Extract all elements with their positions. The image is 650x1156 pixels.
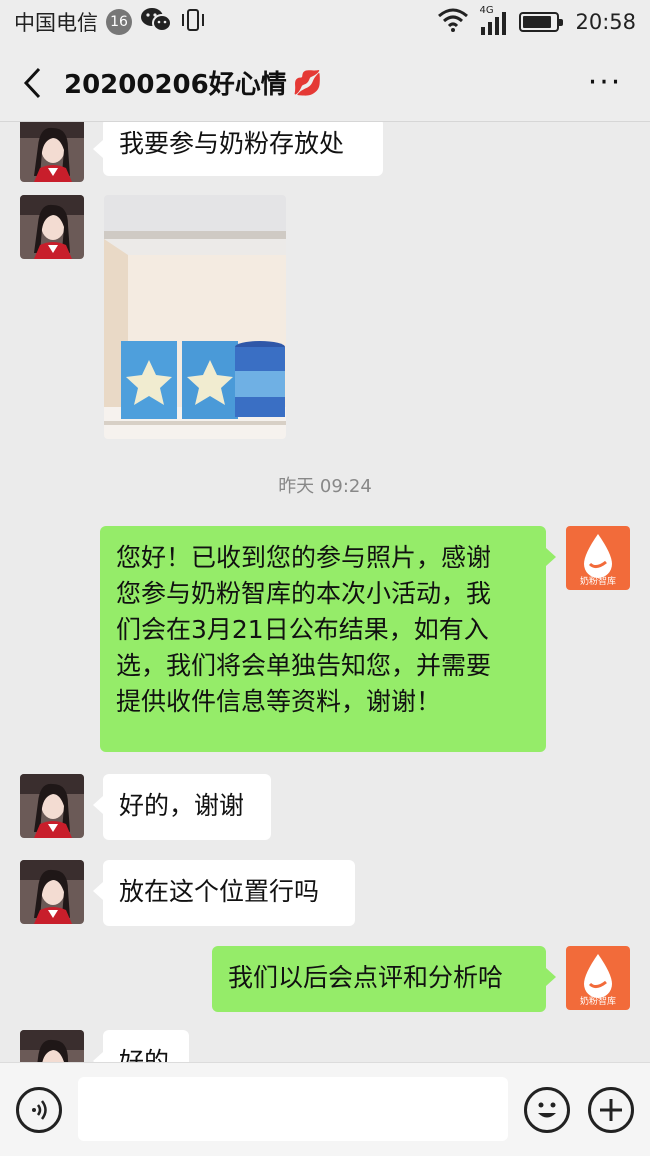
chat-message-list[interactable]: 我要参与奶粉存放处 昨天 09:24 您好！已收到您的参与照片，感谢 您参与奶粉… xyxy=(0,122,650,1062)
contact-avatar[interactable] xyxy=(20,122,84,182)
back-arrow-icon xyxy=(23,67,41,98)
contact-avatar[interactable] xyxy=(20,774,84,838)
notification-badge: 16 xyxy=(106,9,132,35)
status-bar: 中国电信 16 4G 20:58 xyxy=(0,0,650,44)
contact-avatar[interactable] xyxy=(20,195,84,259)
wechat-icon xyxy=(140,7,172,38)
message-bubble-outgoing[interactable]: 我们以后会点评和分析哈 xyxy=(212,946,556,1012)
smiley-icon xyxy=(538,1102,556,1118)
more-functions-button[interactable] xyxy=(588,1087,634,1133)
message-bubble-incoming[interactable]: 放在这个位置行吗 xyxy=(93,860,355,926)
message-line: 您好！已收到您的参与照片，感谢 xyxy=(116,543,492,572)
plus-icon xyxy=(600,1099,622,1121)
shelf-photo-message[interactable] xyxy=(104,195,286,439)
message-text: 我要参与奶粉存放处 xyxy=(119,129,345,158)
timestamp: 昨天 09:24 xyxy=(278,476,372,497)
back-button[interactable] xyxy=(0,44,64,122)
milk-powder-shelf-image xyxy=(104,195,286,439)
signal-icon: 4G xyxy=(479,5,509,35)
message-input[interactable] xyxy=(78,1077,508,1141)
contact-avatar[interactable] xyxy=(20,860,84,924)
message-line: 选，我们将会单独告知您，并需要 xyxy=(116,651,492,680)
clock: 20:58 xyxy=(575,10,636,34)
voice-input-button[interactable] xyxy=(16,1087,62,1133)
brand-avatar[interactable]: 奶粉智库 xyxy=(566,526,630,590)
contact-avatar[interactable] xyxy=(20,1030,84,1062)
voice-icon xyxy=(32,1100,47,1120)
emoji-button[interactable] xyxy=(524,1087,570,1133)
brand-avatar-label: 奶粉智库 xyxy=(579,997,616,1007)
message-text: 好的，谢谢 xyxy=(119,791,245,820)
chat-header: 20200206好心情 💋 ··· xyxy=(0,44,650,122)
vibrate-icon xyxy=(180,8,206,37)
message-text: 放在这个位置行吗 xyxy=(119,877,320,906)
message-text: 好的 xyxy=(119,1047,170,1062)
battery-icon xyxy=(519,12,564,32)
lips-emoji-icon: 💋 xyxy=(292,68,323,97)
wifi-icon xyxy=(437,8,469,37)
message-bubble-outgoing[interactable]: 您好！已收到您的参与照片，感谢 您参与奶粉智库的本次小活动，我 们会在3月21日… xyxy=(100,526,556,752)
message-line: 提供收件信息等资料，谢谢！ xyxy=(116,687,442,716)
message-text: 我们以后会点评和分析哈 xyxy=(228,963,504,992)
carrier-label: 中国电信 xyxy=(14,11,98,35)
brand-avatar[interactable]: 奶粉智库 xyxy=(566,946,630,1010)
input-bar xyxy=(0,1062,650,1156)
message-line: 们会在3月21日公布结果，如有入 xyxy=(116,615,489,644)
message-bubble-incoming[interactable]: 好的，谢谢 xyxy=(93,774,271,840)
chat-title: 20200206好心情 💋 xyxy=(64,64,323,101)
chat-title-text: 20200206好心情 xyxy=(64,70,287,100)
message-bubble-incoming[interactable]: 好的 xyxy=(93,1030,189,1062)
message-bubble-incoming[interactable]: 我要参与奶粉存放处 xyxy=(93,122,383,176)
brand-avatar-label: 奶粉智库 xyxy=(579,577,616,587)
more-options-button[interactable]: ··· xyxy=(560,44,650,122)
message-line: 您参与奶粉智库的本次小活动，我 xyxy=(116,579,492,608)
